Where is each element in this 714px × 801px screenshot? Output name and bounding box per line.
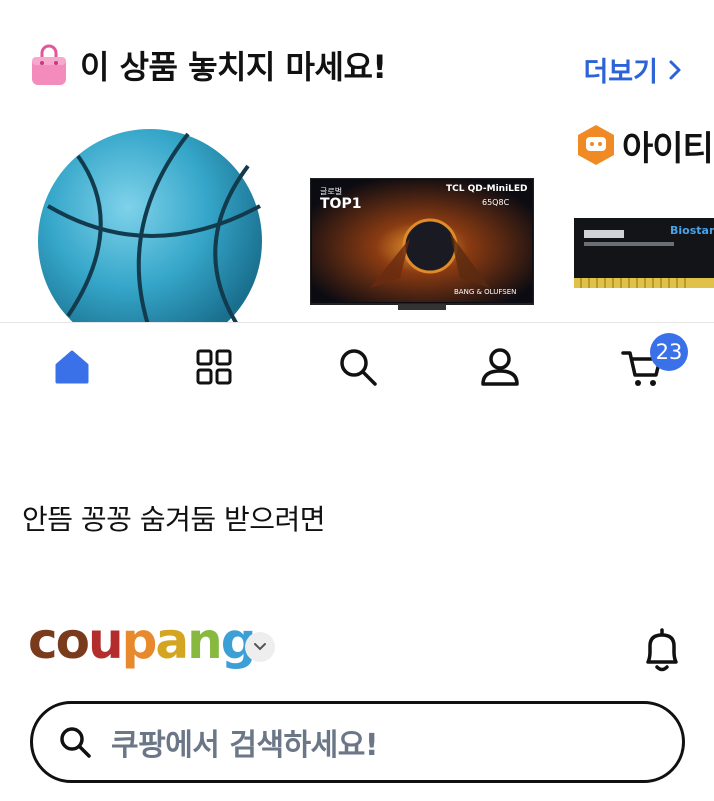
partner-logo-icon: [578, 125, 614, 165]
search-placeholder: 쿠팡에서 검색하세요!: [111, 728, 379, 763]
chevron-right-icon: [669, 60, 681, 79]
bell-icon[interactable]: [640, 626, 684, 674]
coupang-logo[interactable]: coupang: [28, 612, 257, 670]
product-basketball[interactable]: [38, 126, 263, 322]
logo-dropdown-button[interactable]: [245, 632, 275, 662]
product-tv[interactable]: TCL QD-MiniLED 65Q8C 글로벌 TOP1 BANG & OLU…: [309, 177, 535, 314]
basketball-image: [38, 129, 262, 322]
grid-icon: [196, 349, 232, 385]
logo-letter: n: [187, 612, 223, 670]
shopping-bag-icon: [32, 44, 66, 85]
nav-category[interactable]: [190, 343, 238, 391]
more-label: 더보기: [583, 57, 658, 88]
search-bar[interactable]: 쿠팡에서 검색하세요!: [30, 701, 685, 783]
logo-letter: o: [55, 612, 90, 670]
home-icon: [55, 350, 89, 384]
product-partner-logo[interactable]: 아이티: [574, 120, 714, 170]
logo-letter: p: [121, 612, 158, 670]
tv-top-label: TOP1: [320, 196, 362, 212]
rec-title: 이 상품 놓치지 마세요!: [80, 48, 387, 86]
tagline-text: 안뜸 꽁꽁 숨겨둠 받으려면: [22, 503, 326, 536]
partner-logo-text: 아이티: [622, 128, 714, 169]
chevron-down-icon: [254, 643, 266, 651]
product-ram[interactable]: Biostar: [574, 216, 714, 292]
ram-label: Biostar: [670, 224, 714, 237]
search-icon: [340, 349, 377, 386]
nav-search[interactable]: [334, 343, 382, 391]
search-icon: [60, 727, 91, 758]
more-link[interactable]: 더보기: [583, 50, 682, 89]
cart-count-badge: 23: [650, 333, 688, 371]
bottom-nav: [0, 322, 714, 408]
rec-header: 이 상품 놓치지 마세요!: [30, 42, 387, 88]
logo-letter: u: [88, 612, 124, 670]
logo-letter: a: [155, 612, 189, 670]
logo-letter: c: [28, 612, 58, 670]
tv-brand-label: TCL QD-MiniLED: [446, 184, 528, 194]
person-icon: [481, 348, 519, 386]
nav-my[interactable]: [476, 343, 524, 391]
nav-home[interactable]: [48, 343, 96, 391]
tv-model-label: 65Q8C: [482, 198, 510, 207]
tv-audio-label: BANG & OLUFSEN: [454, 288, 517, 296]
recommendation-section: 이 상품 놓치지 마세요! 더보기 TCL QD-MiniLED 65Q8C 글…: [0, 0, 714, 322]
